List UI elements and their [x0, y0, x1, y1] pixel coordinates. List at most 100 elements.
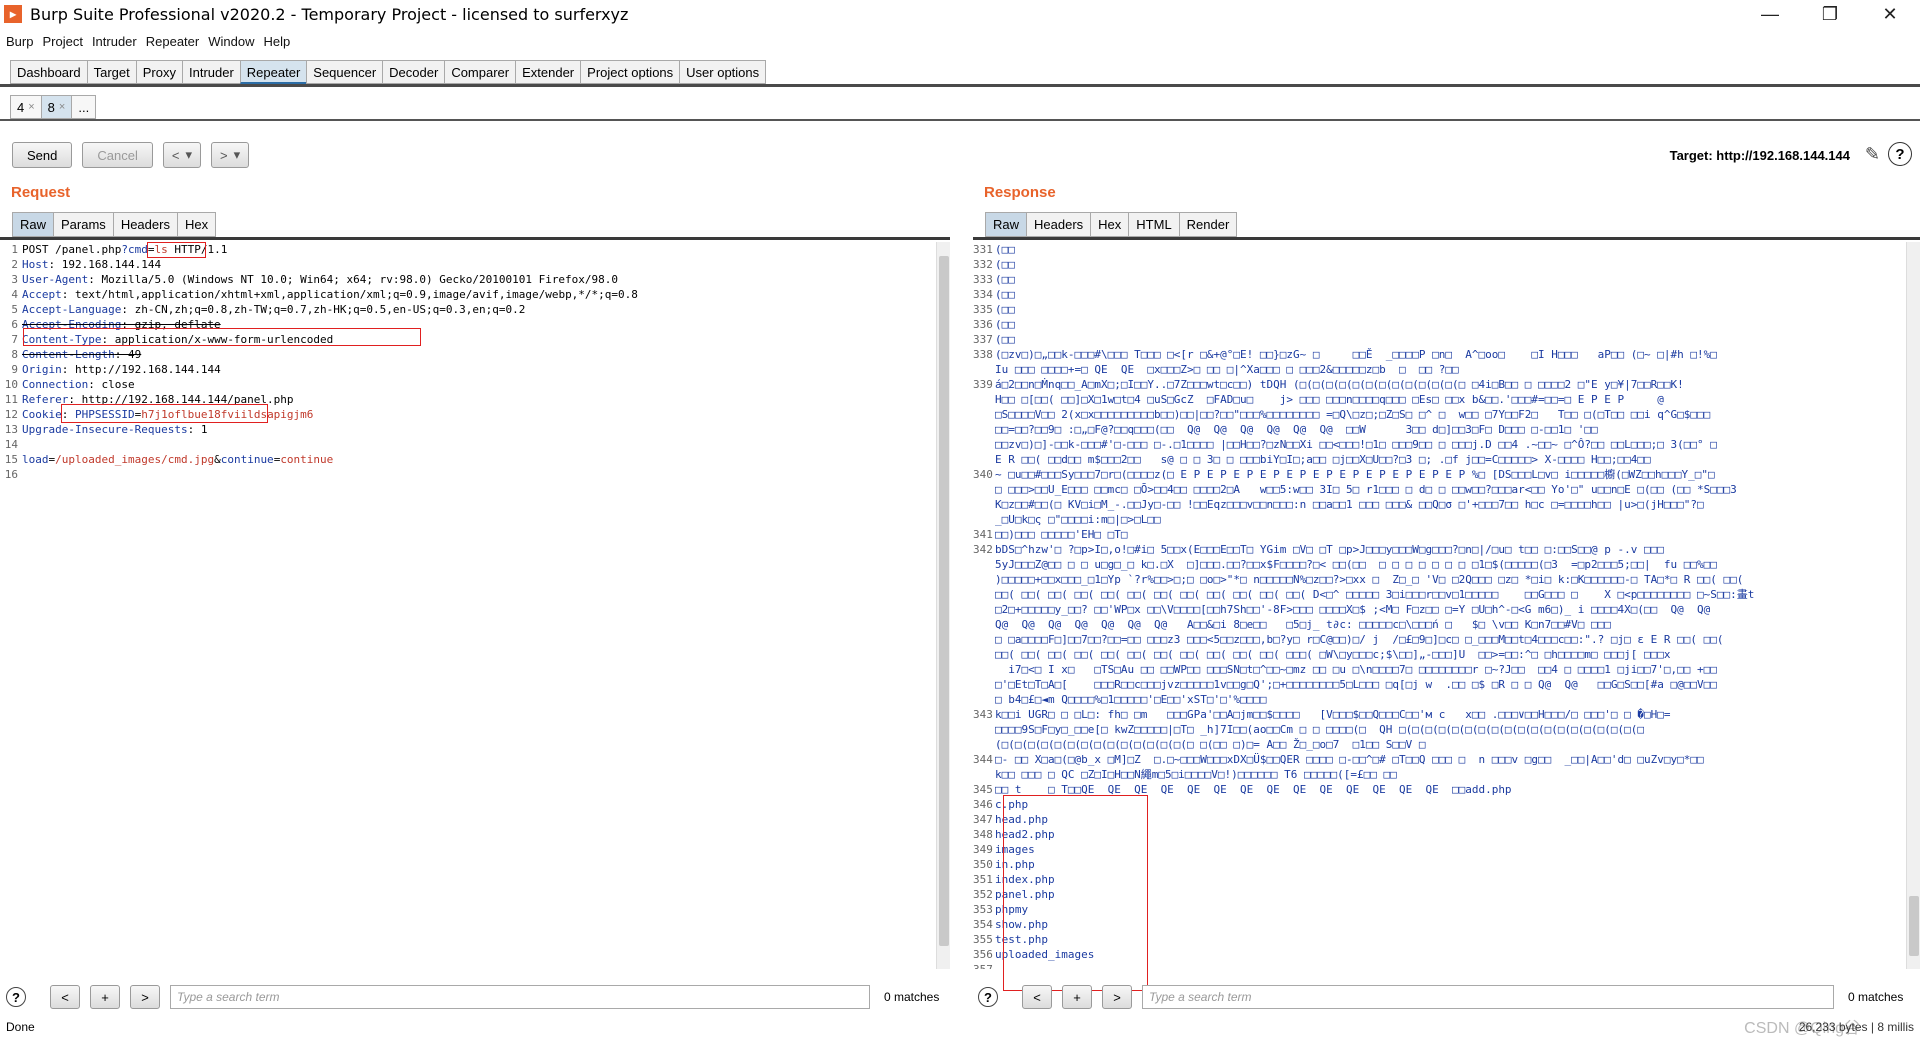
response-search-input[interactable]: Type a search term — [1142, 985, 1834, 1009]
response-line: 332 (□□ — [973, 257, 1903, 272]
line-number: 6 — [11, 318, 18, 331]
menu-help[interactable]: Help — [263, 34, 290, 49]
back-button[interactable]: < ▾ — [162, 142, 201, 168]
search-next-button[interactable]: > — [1102, 985, 1132, 1009]
tab-dashboard[interactable]: Dashboard — [10, 60, 87, 84]
response-line: 339 á□2□□n□Ṁnq□□_A□mX□;□I□□Y..□7Z□□□wt□c□… — [973, 377, 1903, 392]
menu-burp[interactable]: Burp — [6, 34, 33, 49]
help-icon[interactable]: ? — [1888, 142, 1912, 166]
line-number: 337 — [973, 333, 993, 346]
response-line: 334 (□□ — [973, 287, 1903, 302]
line-number: 346 — [973, 798, 993, 811]
response-tab-raw[interactable]: Raw — [985, 212, 1027, 237]
status-text: Done — [6, 1020, 35, 1034]
search-prev-button[interactable]: < — [1022, 985, 1052, 1009]
request-editor[interactable]: 1 POST /panel.php?cmd=ls HTTP/1.1 2 Host: 1… — [0, 242, 934, 969]
line-text: Connection: close — [22, 378, 135, 391]
minimize-button[interactable]: — — [1740, 0, 1800, 28]
response-tab-render[interactable]: Render — [1178, 212, 1238, 237]
response-tab-hex[interactable]: Hex — [1090, 212, 1129, 237]
line-text: □□□□9S□F□y□_□□e[□ kwZ□□□□□|□T□ _h]7I□□(a… — [995, 723, 1645, 736]
help-icon[interactable]: ? — [6, 987, 26, 1007]
line-number: 348 — [973, 828, 993, 841]
tab-user-options[interactable]: User options — [679, 60, 767, 84]
search-prev-button[interactable]: < — [50, 985, 80, 1009]
line-text: □S□□□□V□□ 2(x□x□□□□□□□□□b□□)□□|□□?□□"□□□… — [995, 408, 1711, 421]
request-line: 9 Origin: http://192.168.144.144 — [0, 362, 934, 377]
request-search-bar: ? < + > Type a search term 0 matches — [6, 982, 939, 1012]
tab-target[interactable]: Target — [86, 60, 136, 84]
repeater-toolbar: Send Cancel < ▾ > ▾ — [12, 142, 250, 168]
close-tab-icon[interactable]: × — [59, 101, 65, 113]
line-text: □ □a□□□□F□]□□7□□?□□=□□ □□□z3 □□□<5□□z□□□… — [995, 633, 1724, 646]
menu-intruder[interactable]: Intruder — [92, 34, 137, 49]
tab-project-options[interactable]: Project options — [580, 60, 680, 84]
search-add-button[interactable]: + — [1062, 985, 1092, 1009]
line-number: 15 — [4, 453, 18, 466]
tab-intruder[interactable]: Intruder — [181, 60, 240, 84]
response-size: 26,233 bytes | 8 millis — [1798, 1020, 1914, 1034]
edit-target-pencil-icon[interactable]: ✎ — [1865, 144, 1880, 165]
line-number: 8 — [11, 348, 18, 361]
repeater-tab-4[interactable]: 4 × — [10, 95, 41, 119]
repeater-tab-8[interactable]: 8 × — [40, 95, 72, 119]
response-line: Q@ Q@ Q@ Q@ Q@ Q@ Q@ A□□&□i 8□e□□ □5□j_ … — [973, 617, 1903, 632]
help-icon[interactable]: ? — [978, 987, 998, 1007]
maximize-button[interactable]: ❐ — [1800, 0, 1860, 28]
response-line: (□(□(□(□(□(□(□(□(□(□(□(□(□(□(□ □(□□ □)□=… — [973, 737, 1903, 752]
response-tab-html[interactable]: HTML — [1128, 212, 1179, 237]
line-number: 356 — [973, 948, 993, 961]
request-line: 10 Connection: close — [0, 377, 934, 392]
request-tab-hex[interactable]: Hex — [176, 212, 217, 237]
tab-proxy[interactable]: Proxy — [135, 60, 182, 84]
request-search-input[interactable]: Type a search term — [170, 985, 870, 1009]
request-scrollbar[interactable] — [936, 242, 950, 969]
line-text: Q@ Q@ Q@ Q@ Q@ Q@ Q@ A□□&□i 8□e□□ □5□j_ … — [995, 618, 1611, 631]
line-number: 345 — [973, 783, 993, 796]
line-text: )□□□□□+□□x□□□_□1□Yp `?r%□□>□;□ □o□>"*□ n… — [995, 573, 1744, 586]
request-line: 2 Host: 192.168.144.144 — [0, 257, 934, 272]
close-window-button[interactable]: ✕ — [1860, 0, 1920, 28]
line-text: Accept: text/html,application/xhtml+xml,… — [22, 288, 638, 301]
request-title: Request — [11, 184, 71, 201]
highlight-file-listing — [1003, 795, 1148, 991]
request-tab-raw[interactable]: Raw — [12, 212, 54, 237]
request-tab-params[interactable]: Params — [53, 212, 113, 237]
line-number: 4 — [11, 288, 18, 301]
line-number: 13 — [4, 423, 18, 436]
line-number: 331 — [973, 243, 993, 256]
cancel-button[interactable]: Cancel — [82, 142, 153, 168]
forward-button[interactable]: > ▾ — [210, 142, 250, 168]
tab-comparer[interactable]: Comparer — [444, 60, 516, 84]
response-scrollbar[interactable] — [1906, 242, 1920, 969]
tab-extender[interactable]: Extender — [515, 60, 581, 84]
request-line: 8 Content-Length: 49 — [0, 347, 934, 362]
panel-splitter[interactable] — [958, 180, 968, 1012]
close-tab-icon[interactable]: × — [28, 101, 34, 113]
title-bar: ▸ Burp Suite Professional v2020.2 - Temp… — [0, 0, 1920, 28]
search-add-button[interactable]: + — [90, 985, 120, 1009]
menu-window[interactable]: Window — [208, 34, 254, 49]
line-number: 332 — [973, 258, 993, 271]
new-repeater-tab[interactable]: ... — [71, 95, 97, 119]
request-scroll-thumb[interactable] — [939, 256, 949, 946]
response-tab-headers[interactable]: Headers — [1026, 212, 1091, 237]
tab-decoder[interactable]: Decoder — [382, 60, 445, 84]
menu-repeater[interactable]: Repeater — [146, 34, 199, 49]
menu-project[interactable]: Project — [42, 34, 82, 49]
line-number: 338 — [973, 348, 993, 361]
request-tab-headers[interactable]: Headers — [112, 212, 177, 237]
search-next-button[interactable]: > — [130, 985, 160, 1009]
tab-sequencer[interactable]: Sequencer — [306, 60, 383, 84]
line-number: 343 — [973, 708, 993, 721]
line-text: Accept-Language: zh-CN,zh;q=0.8,zh-TW;q=… — [22, 303, 526, 316]
response-view-tabs: Raw Headers Hex HTML Render — [985, 212, 1238, 237]
line-number: 349 — [973, 843, 993, 856]
response-scroll-thumb[interactable] — [1909, 896, 1919, 956]
line-number: 11 — [4, 393, 18, 406]
line-text: □ □□□>□□U_E□□□ □□mc□ □Ō>□□4□□ □□□□2□A w□… — [995, 483, 1737, 496]
tab-repeater[interactable]: Repeater — [239, 60, 307, 84]
send-button[interactable]: Send — [12, 142, 73, 168]
line-number: 357 — [973, 962, 995, 969]
response-line: 341 □□)□□□ □□□□□'EH□ □T□ — [973, 527, 1903, 542]
